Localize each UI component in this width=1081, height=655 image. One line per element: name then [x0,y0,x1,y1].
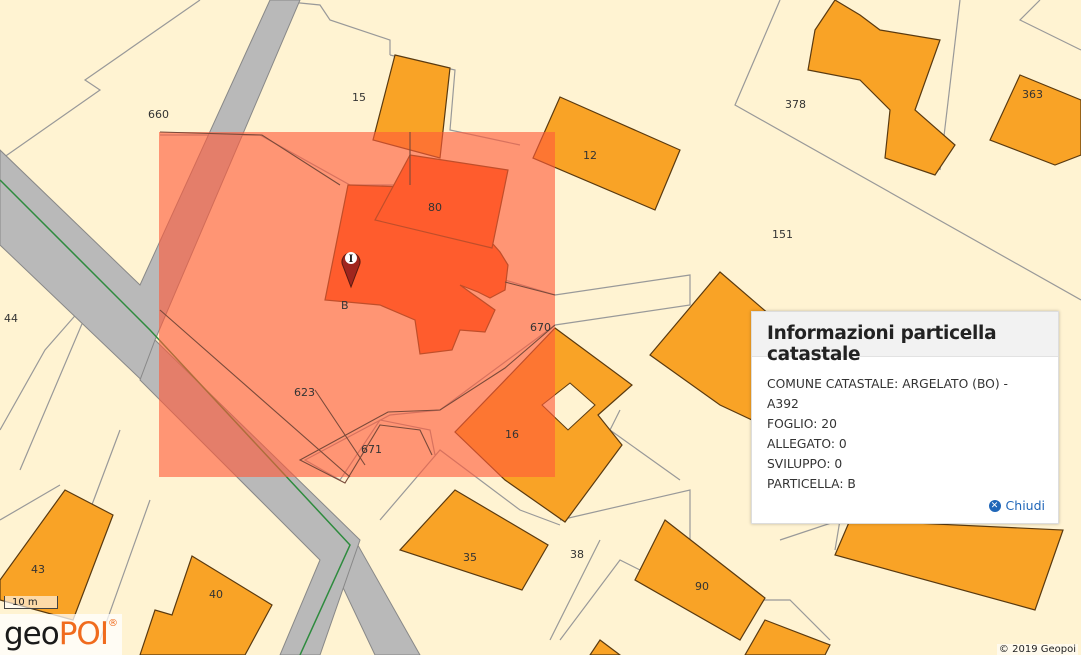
popup-line-comune: COMUNE CATASTALE: ARGELATO (BO) - A392 [767,377,1008,411]
parcel-label-38: 38 [570,548,584,561]
close-button[interactable]: ✕ Chiudi [988,498,1045,513]
parcel-label-623: 623 [294,386,315,399]
parcel-label-378: 378 [785,98,806,111]
parcel-label-660: 660 [148,108,169,121]
popup-header: Informazioni particella catastale [752,312,1058,365]
parcel-label-15: 15 [352,91,366,104]
parcel-label-40: 40 [209,588,223,601]
parcel-label-151: 151 [772,228,793,241]
selection-highlight [159,132,555,477]
geopoi-logo: geoPOI® [0,614,122,655]
parcel-label-670: 670 [530,321,551,334]
popup-line-particella: PARTICELLA: B [767,477,856,491]
parcel-label-363: 363 [1022,88,1043,101]
popup-body: COMUNE CATASTALE: ARGELATO (BO) - A392 F… [752,357,1058,494]
parcel-label-16: 16 [505,428,519,441]
parcel-label-80: 80 [428,201,442,214]
parcel-label-43: 43 [31,563,45,576]
parcel-label-b: B [341,299,349,312]
parcel-label-35: 35 [463,551,477,564]
parcel-label-12: 12 [583,149,597,162]
parcel-label-90: 90 [695,580,709,593]
map-marker-label: I [349,254,354,265]
parcel-label-671: 671 [361,443,382,456]
popup-line-foglio: FOGLIO: 20 [767,417,837,431]
parcel-label-44: 44 [4,312,18,325]
popup-line-sviluppo: SVILUPPO: 0 [767,457,843,471]
popup-line-allegato: ALLEGATO: 0 [767,437,847,451]
scale-bar: 10 m [4,596,58,609]
close-label: Chiudi [1005,498,1045,513]
parcel-info-popup: Informazioni particella catastale COMUNE… [751,311,1059,524]
copyright-text: © 2019 Geopoi [996,644,1078,655]
close-icon: ✕ [988,499,1001,512]
